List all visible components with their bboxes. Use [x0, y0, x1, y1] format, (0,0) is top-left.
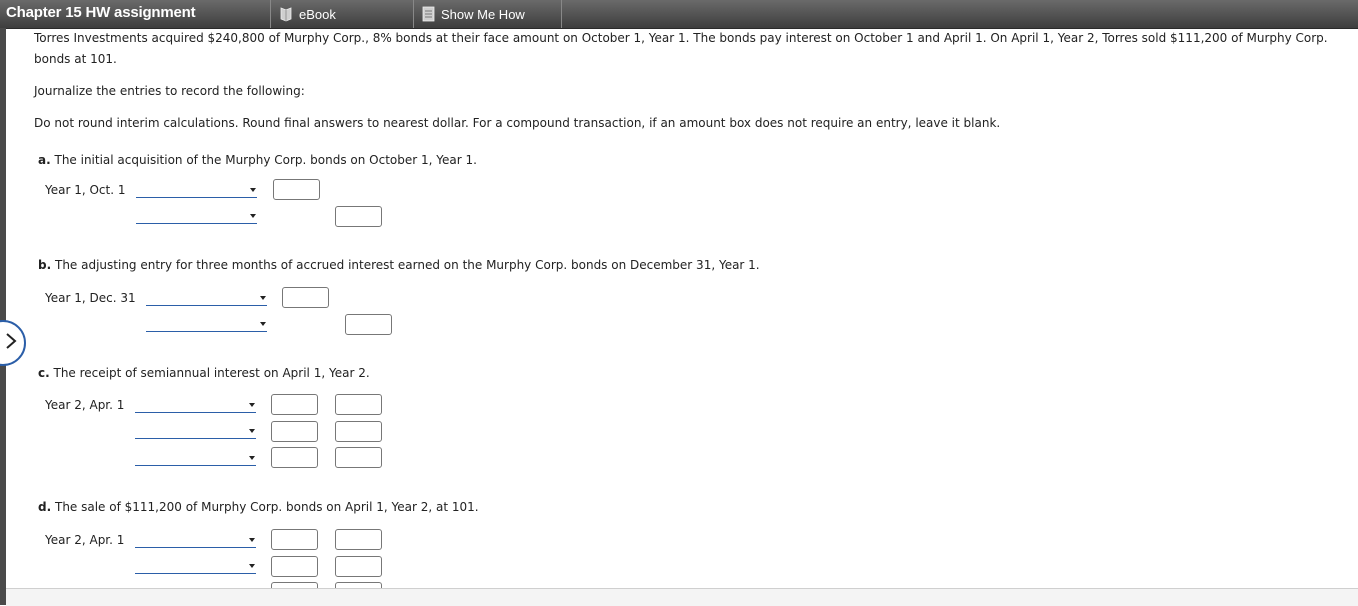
part-c-credit-input-2[interactable]: [335, 421, 382, 442]
part-b-account-select-2[interactable]: [146, 317, 267, 332]
part-d-letter: d.: [38, 500, 52, 514]
part-b-question: b. The adjusting entry for three months …: [38, 258, 760, 272]
tab-show-me-how-label: Show Me How: [441, 6, 525, 22]
rounding-text: Do not round interim calculations. Round…: [34, 116, 1001, 130]
tab-ebook[interactable]: eBook: [270, 0, 413, 28]
chevron-down-icon: [250, 188, 256, 192]
part-c-debit-input-3[interactable]: [271, 447, 318, 468]
assignment-title: Chapter 15 HW assignment: [6, 4, 196, 21]
part-c-text: The receipt of semiannual interest on Ap…: [53, 366, 370, 380]
instruction-text: Journalize the entries to record the fol…: [34, 84, 305, 98]
chevron-down-icon: [249, 403, 255, 407]
part-a-account-select-2[interactable]: [136, 209, 257, 224]
part-a-letter: a.: [38, 153, 51, 167]
chevron-down-icon: [249, 456, 255, 460]
part-c-letter: c.: [38, 366, 50, 380]
header-bar: Chapter 15 HW assignment eBook Show Me H…: [0, 0, 1358, 29]
part-b-debit-input-1[interactable]: [282, 287, 329, 308]
document-icon: [422, 6, 435, 22]
part-b-credit-input-2[interactable]: [345, 314, 392, 335]
part-d-date: Year 2, Apr. 1: [45, 533, 125, 547]
part-d-credit-input-1[interactable]: [335, 529, 382, 550]
part-d-debit-input-2[interactable]: [271, 556, 318, 577]
part-a-debit-input-1[interactable]: [273, 179, 320, 200]
part-c-account-select-2[interactable]: [135, 424, 256, 439]
chevron-down-icon: [249, 429, 255, 433]
part-a-date: Year 1, Oct. 1: [45, 183, 126, 197]
part-a-account-select-1[interactable]: [136, 183, 257, 198]
chevron-right-icon: [4, 332, 18, 354]
chevron-down-icon: [249, 538, 255, 542]
chevron-down-icon: [249, 564, 255, 568]
part-d-account-select-1[interactable]: [135, 533, 256, 548]
part-d-question: d. The sale of $111,200 of Murphy Corp. …: [38, 500, 479, 514]
chevron-down-icon: [260, 322, 266, 326]
part-a-question: a. The initial acquisition of the Murphy…: [38, 150, 477, 171]
book-icon: [279, 6, 293, 22]
chevron-down-icon: [260, 296, 266, 300]
part-d-debit-input-1[interactable]: [271, 529, 318, 550]
problem-text-line1: Torres Investments acquired $240,800 of …: [34, 31, 1328, 45]
part-b-letter: b.: [38, 258, 52, 272]
part-b-text: The adjusting entry for three months of …: [54, 258, 760, 272]
part-c-debit-input-1[interactable]: [271, 394, 318, 415]
part-c-debit-input-2[interactable]: [271, 421, 318, 442]
part-c-date: Year 2, Apr. 1: [45, 398, 125, 412]
part-c-question: c. The receipt of semiannual interest on…: [38, 366, 370, 380]
chevron-down-icon: [250, 214, 256, 218]
tab-ebook-label: eBook: [299, 6, 336, 22]
part-c-credit-input-3[interactable]: [335, 447, 382, 468]
part-d-credit-input-2[interactable]: [335, 556, 382, 577]
part-b-date: Year 1, Dec. 31: [45, 291, 136, 305]
expand-nav-button[interactable]: [0, 320, 26, 366]
part-c-account-select-1[interactable]: [135, 398, 256, 413]
part-c-credit-input-1[interactable]: [335, 394, 382, 415]
part-b-account-select-1[interactable]: [146, 291, 267, 306]
part-a-credit-input-2[interactable]: [335, 206, 382, 227]
part-c-account-select-3[interactable]: [135, 451, 256, 466]
left-rail: [0, 28, 6, 605]
problem-text-line2: bonds at 101.: [34, 52, 117, 66]
part-d-account-select-2[interactable]: [135, 559, 256, 574]
bottom-scroll-area: [6, 588, 1358, 606]
part-a-text: The initial acquisition of the Murphy Co…: [54, 153, 477, 167]
part-d-text: The sale of $111,200 of Murphy Corp. bon…: [54, 500, 479, 514]
tab-show-me-how[interactable]: Show Me How: [413, 0, 562, 28]
